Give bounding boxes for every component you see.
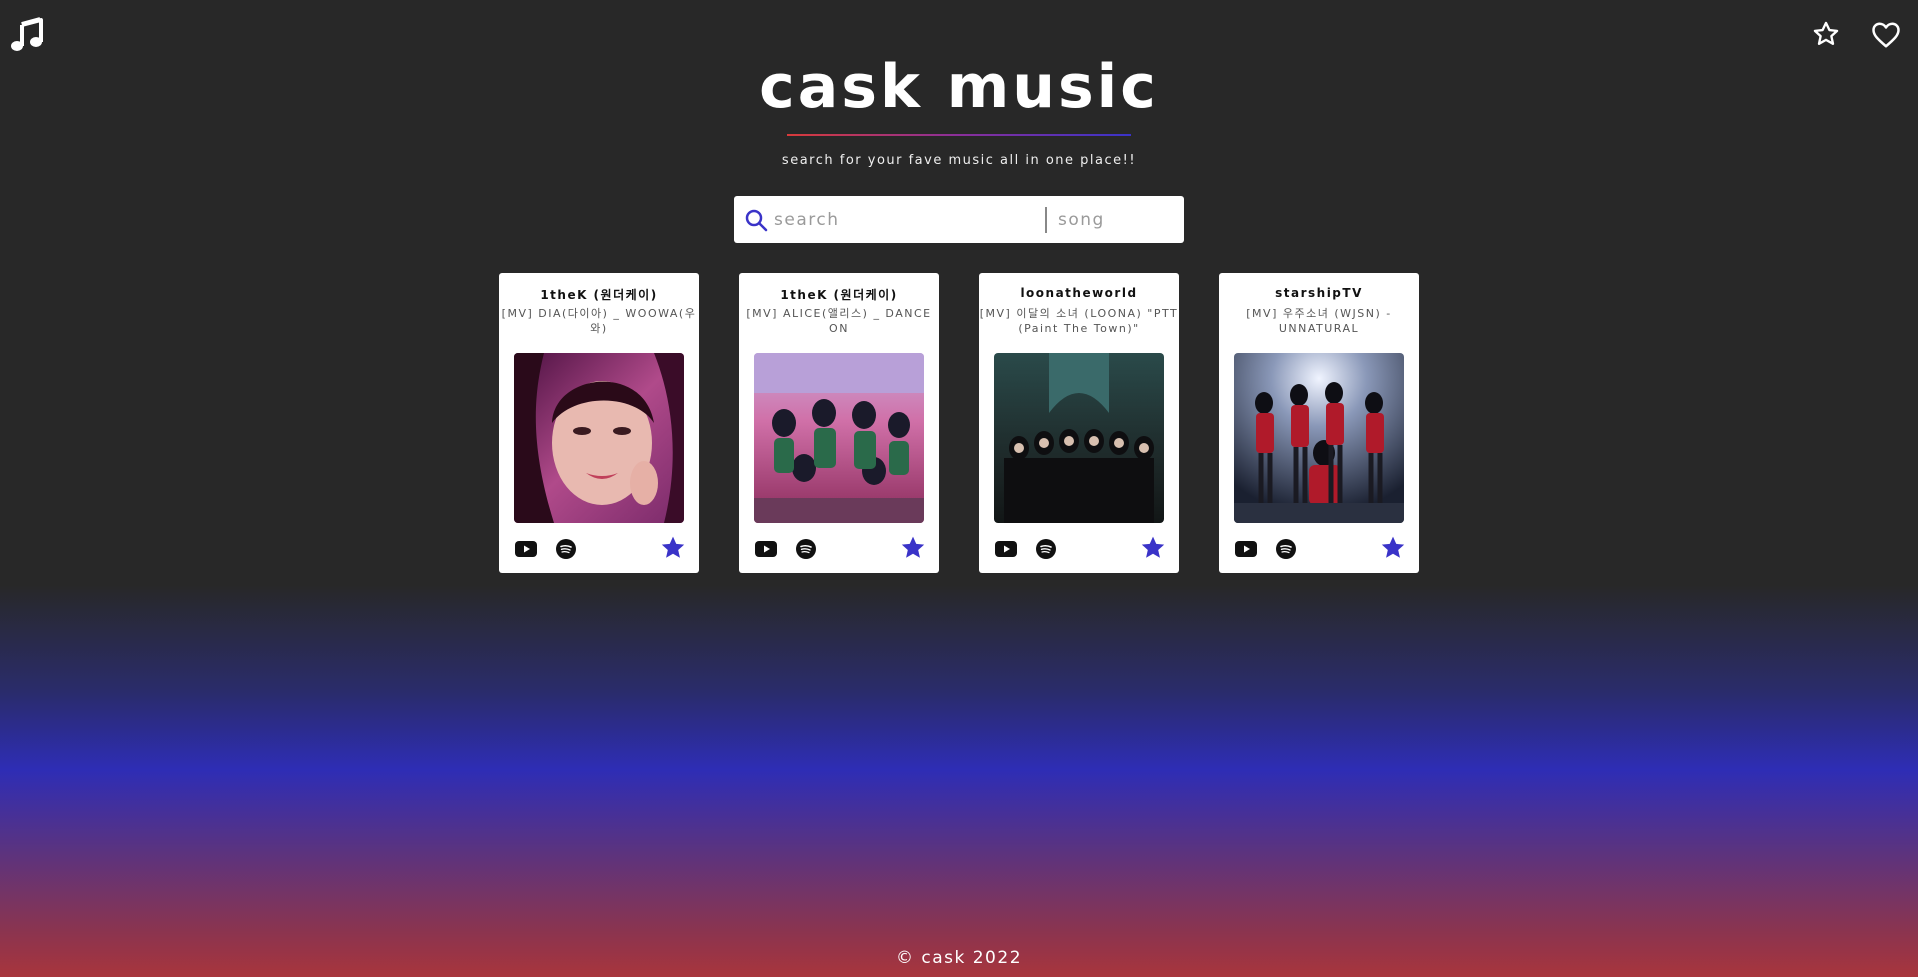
youtube-icon[interactable] bbox=[515, 541, 537, 557]
card-channel: loonatheworld bbox=[1020, 286, 1138, 300]
favorite-star-icon[interactable] bbox=[660, 535, 686, 561]
card-thumbnail[interactable] bbox=[1234, 353, 1404, 523]
youtube-icon[interactable] bbox=[1235, 541, 1257, 557]
music-card[interactable]: starshipTV [MV] 우주소녀 (WJSN) - UNNATURAL bbox=[1219, 273, 1419, 573]
card-thumbnail[interactable] bbox=[514, 353, 684, 523]
card-title: [MV] 이달의 소녀 (LOONA) "PTT (Paint The Town… bbox=[979, 307, 1179, 335]
footer-copyright: © cask 2022 bbox=[895, 948, 1023, 968]
youtube-icon[interactable] bbox=[755, 541, 777, 557]
card-title: [MV] 우주소녀 (WJSN) - UNNATURAL bbox=[1246, 307, 1392, 335]
search-bar: song bbox=[734, 196, 1184, 243]
search-type-select[interactable]: song bbox=[1058, 207, 1168, 233]
heart-icon[interactable] bbox=[1871, 21, 1901, 49]
favorites-star-icon[interactable] bbox=[1812, 20, 1840, 48]
music-card[interactable]: loonatheworld [MV] 이달의 소녀 (LOONA) "PTT (… bbox=[979, 273, 1179, 573]
spotify-icon[interactable] bbox=[556, 539, 576, 559]
page-title: cask music bbox=[759, 52, 1159, 122]
search-divider bbox=[1045, 207, 1047, 233]
card-thumbnail[interactable] bbox=[754, 353, 924, 523]
card-channel: 1theK (원더케이) bbox=[780, 288, 898, 302]
spotify-icon[interactable] bbox=[1276, 539, 1296, 559]
card-title: [MV] DIA(다이아) _ WOOWA(우와) bbox=[501, 307, 697, 335]
search-input[interactable] bbox=[772, 204, 1046, 236]
music-card[interactable]: 1theK (원더케이) [MV] ALICE(앨리스) _ DANCE ON bbox=[739, 273, 939, 573]
page-subtitle: search for your fave music all in one pl… bbox=[781, 153, 1137, 168]
card-thumbnail[interactable] bbox=[994, 353, 1164, 523]
card-channel: 1theK (원더케이) bbox=[540, 288, 658, 302]
search-icon[interactable] bbox=[744, 208, 768, 232]
card-channel: starshipTV bbox=[1275, 286, 1363, 300]
spotify-icon[interactable] bbox=[1036, 539, 1056, 559]
card-title: [MV] ALICE(앨리스) _ DANCE ON bbox=[746, 307, 932, 335]
favorite-star-icon[interactable] bbox=[900, 535, 926, 561]
favorite-star-icon[interactable] bbox=[1140, 535, 1166, 561]
music-note-icon[interactable] bbox=[9, 17, 45, 53]
youtube-icon[interactable] bbox=[995, 541, 1017, 557]
title-underline bbox=[787, 134, 1131, 136]
music-card[interactable]: 1theK (원더케이) [MV] DIA(다이아) _ WOOWA(우와) bbox=[499, 273, 699, 573]
favorite-star-icon[interactable] bbox=[1380, 535, 1406, 561]
spotify-icon[interactable] bbox=[796, 539, 816, 559]
